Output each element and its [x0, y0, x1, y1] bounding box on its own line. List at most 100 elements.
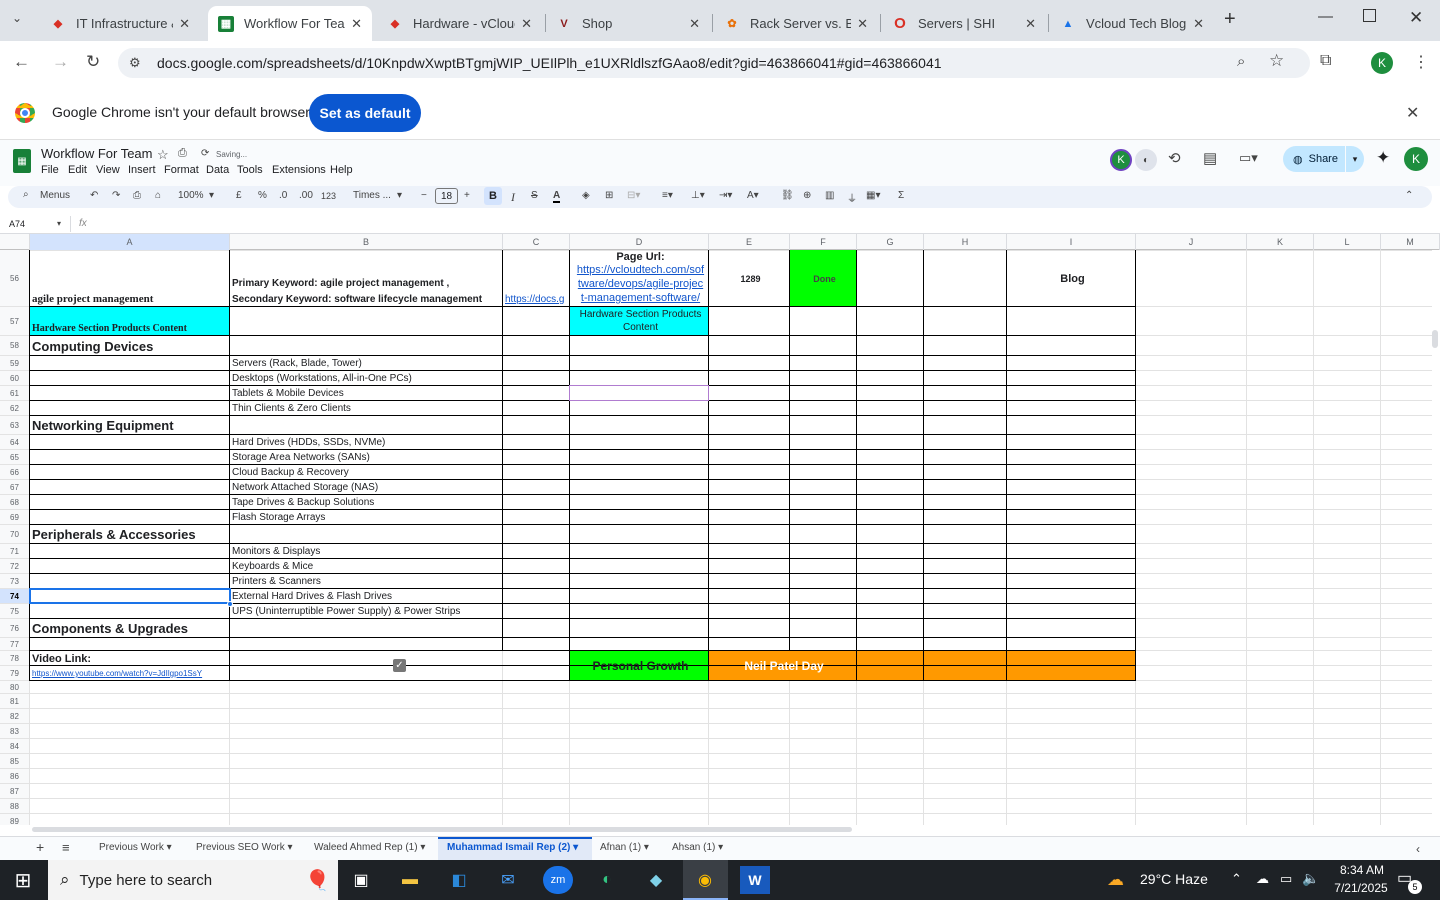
sheet-tab-scroll-icon[interactable]: ‹ [1416, 842, 1420, 856]
volume-icon[interactable]: 🔈 [1302, 870, 1319, 887]
sheet-tab[interactable]: Previous SEO Work ▾ [196, 842, 293, 853]
new-tab-icon[interactable]: + [1224, 8, 1236, 31]
item-cell[interactable]: Printers & Scanners [230, 574, 503, 589]
cell-f56-status[interactable]: Done [790, 250, 857, 307]
sheet-tab-active[interactable]: Muhammad Ismail Rep (2) ▾ [447, 842, 578, 853]
sheets-logo-icon[interactable]: ▦ [13, 149, 31, 173]
row-header[interactable]: 85 [0, 754, 30, 769]
url-text[interactable]: docs.google.com/spreadsheets/d/10KnpdwXw… [157, 55, 942, 71]
browser-tab[interactable]: ✿ Rack Server vs. Bla ✕ [714, 6, 878, 41]
bold-button[interactable]: B [484, 187, 502, 205]
store-icon[interactable]: ◧ [444, 866, 474, 894]
selected-cell[interactable] [29, 588, 231, 604]
increase-decimal-button[interactable]: .00 [299, 190, 313, 201]
close-icon[interactable]: ✕ [1193, 16, 1204, 32]
close-icon[interactable]: ✕ [1025, 16, 1036, 32]
decrease-decimal-button[interactable]: .0 [279, 190, 287, 201]
bookmark-star-icon[interactable]: ☆ [1269, 51, 1284, 71]
percent-button[interactable]: % [258, 190, 267, 201]
back-icon[interactable]: ← [13, 52, 30, 72]
menu-data[interactable]: Data [206, 164, 229, 176]
row-header[interactable]: 72 [0, 559, 30, 574]
chevron-down-icon[interactable]: ▾ [57, 219, 61, 228]
column-header-b[interactable]: B [230, 234, 503, 250]
column-header-g[interactable]: G [857, 234, 924, 250]
borders-icon[interactable]: ⊞ [605, 190, 613, 201]
column-header-i[interactable]: I [1007, 234, 1136, 250]
menu-edit[interactable]: Edit [68, 164, 87, 176]
row-header[interactable]: 87 [0, 784, 30, 799]
row-header[interactable]: 67 [0, 480, 30, 495]
cell-d57[interactable]: Hardware Section Products [570, 307, 709, 321]
add-sheet-icon[interactable]: + [36, 839, 44, 855]
column-header-j[interactable]: J [1136, 234, 1247, 250]
font-size-increase-icon[interactable]: + [464, 190, 470, 201]
row-header[interactable]: 77 [0, 638, 30, 651]
cell-d56-link[interactable]: https://vcloudtech.com/sof [570, 263, 709, 277]
doc-title[interactable]: Workflow For Team [41, 146, 153, 161]
item-cell[interactable]: Desktops (Workstations, All-in-One PCs) [230, 371, 503, 386]
tab-search-icon[interactable]: ⌄ [12, 11, 28, 27]
row-header[interactable]: 61 [0, 386, 30, 401]
row-header[interactable]: 88 [0, 799, 30, 814]
collapse-menus-icon[interactable]: ⌃ [1405, 190, 1413, 201]
column-header-m[interactable]: M [1381, 234, 1440, 250]
name-box[interactable]: A74 [9, 219, 25, 229]
browser-tab[interactable]: V Shop ✕ [546, 6, 710, 41]
paint-format-icon[interactable]: ⌂ [155, 190, 161, 201]
browser-tab[interactable]: ▲ Vcloud Tech Blog ✕ [1050, 6, 1214, 41]
browser-tab[interactable]: ◆ IT Infrastructure & ✕ [40, 6, 200, 41]
row-header[interactable]: 76 [0, 619, 30, 638]
cell-d57[interactable]: Content [570, 320, 709, 334]
sheet-tab[interactable]: Afnan (1) ▾ [600, 842, 649, 853]
chevron-down-icon[interactable]: ▾ [397, 190, 402, 201]
row-header[interactable]: 71 [0, 544, 30, 559]
item-cell[interactable]: Servers (Rack, Blade, Tower) [230, 356, 503, 371]
comment-icon[interactable]: ⊕ [803, 190, 811, 201]
chrome-taskbar-icon[interactable]: ◉ [690, 866, 720, 894]
font-size-input[interactable]: 18 [435, 188, 458, 204]
video-link-label[interactable]: Video Link: [30, 651, 230, 666]
window-close-icon[interactable]: ✕ [1409, 8, 1423, 28]
weather-text[interactable]: 29°C Haze [1140, 871, 1208, 887]
browser-tab[interactable]: ◆ Hardware - vCloud ✕ [377, 6, 542, 41]
zoom-select[interactable]: 100% [178, 190, 204, 201]
item-cell[interactable]: Cloud Backup & Recovery [230, 465, 503, 480]
column-header-h[interactable]: H [924, 234, 1007, 250]
gemini-icon[interactable]: ✦ [1376, 148, 1390, 168]
print-icon[interactable]: ⎙ [133, 190, 141, 201]
forward-icon[interactable]: → [52, 52, 69, 72]
cell-d56-label[interactable]: Page Url: [570, 250, 709, 263]
item-cell[interactable]: Tablets & Mobile Devices [230, 386, 503, 401]
fill-color-icon[interactable]: ◈ [582, 190, 590, 201]
mail-icon[interactable]: ✉ [493, 866, 523, 894]
task-view-icon[interactable]: ▣ [346, 866, 376, 894]
set-default-button[interactable]: Set as default [309, 94, 421, 132]
column-header-k[interactable]: K [1247, 234, 1314, 250]
maximize-icon[interactable] [1363, 9, 1376, 22]
search-menus-icon[interactable]: ⌕ [23, 189, 29, 200]
cell-a57[interactable]: Hardware Section Products Content [30, 307, 230, 336]
sheet-tab[interactable]: Waleed Ahmed Rep (1) ▾ [314, 842, 425, 853]
anonymous-avatar[interactable]: ◐ [1135, 149, 1157, 171]
vertical-align-icon[interactable]: ⊥▾ [691, 190, 705, 201]
section-heading[interactable]: Computing Devices [30, 336, 230, 356]
row-header[interactable]: 70 [0, 525, 30, 544]
row-header[interactable]: 68 [0, 495, 30, 510]
column-header-e[interactable]: E [709, 234, 790, 250]
app-diamond-icon[interactable]: ◆ [641, 866, 671, 894]
cloud-tray-icon[interactable]: ☁ [1256, 871, 1269, 887]
minimize-icon[interactable]: — [1318, 8, 1333, 25]
menu-view[interactable]: View [96, 164, 120, 176]
row-header[interactable]: 89 [0, 814, 30, 825]
history-icon[interactable]: ⟲ [1168, 149, 1181, 167]
align-left-icon[interactable]: ≡▾ [662, 190, 673, 201]
cell-d56-link[interactable]: t-management-software/ [570, 291, 709, 305]
item-cell[interactable]: Monitors & Displays [230, 544, 503, 559]
share-button[interactable]: ◍ Share [1283, 146, 1345, 172]
filter-views-icon[interactable]: ▦▾ [866, 190, 880, 201]
fill-handle[interactable] [227, 601, 233, 607]
tray-chevron-icon[interactable]: ⌃ [1231, 871, 1242, 887]
column-header-a[interactable]: A [30, 234, 230, 250]
number-format-button[interactable]: 123 [321, 191, 336, 201]
